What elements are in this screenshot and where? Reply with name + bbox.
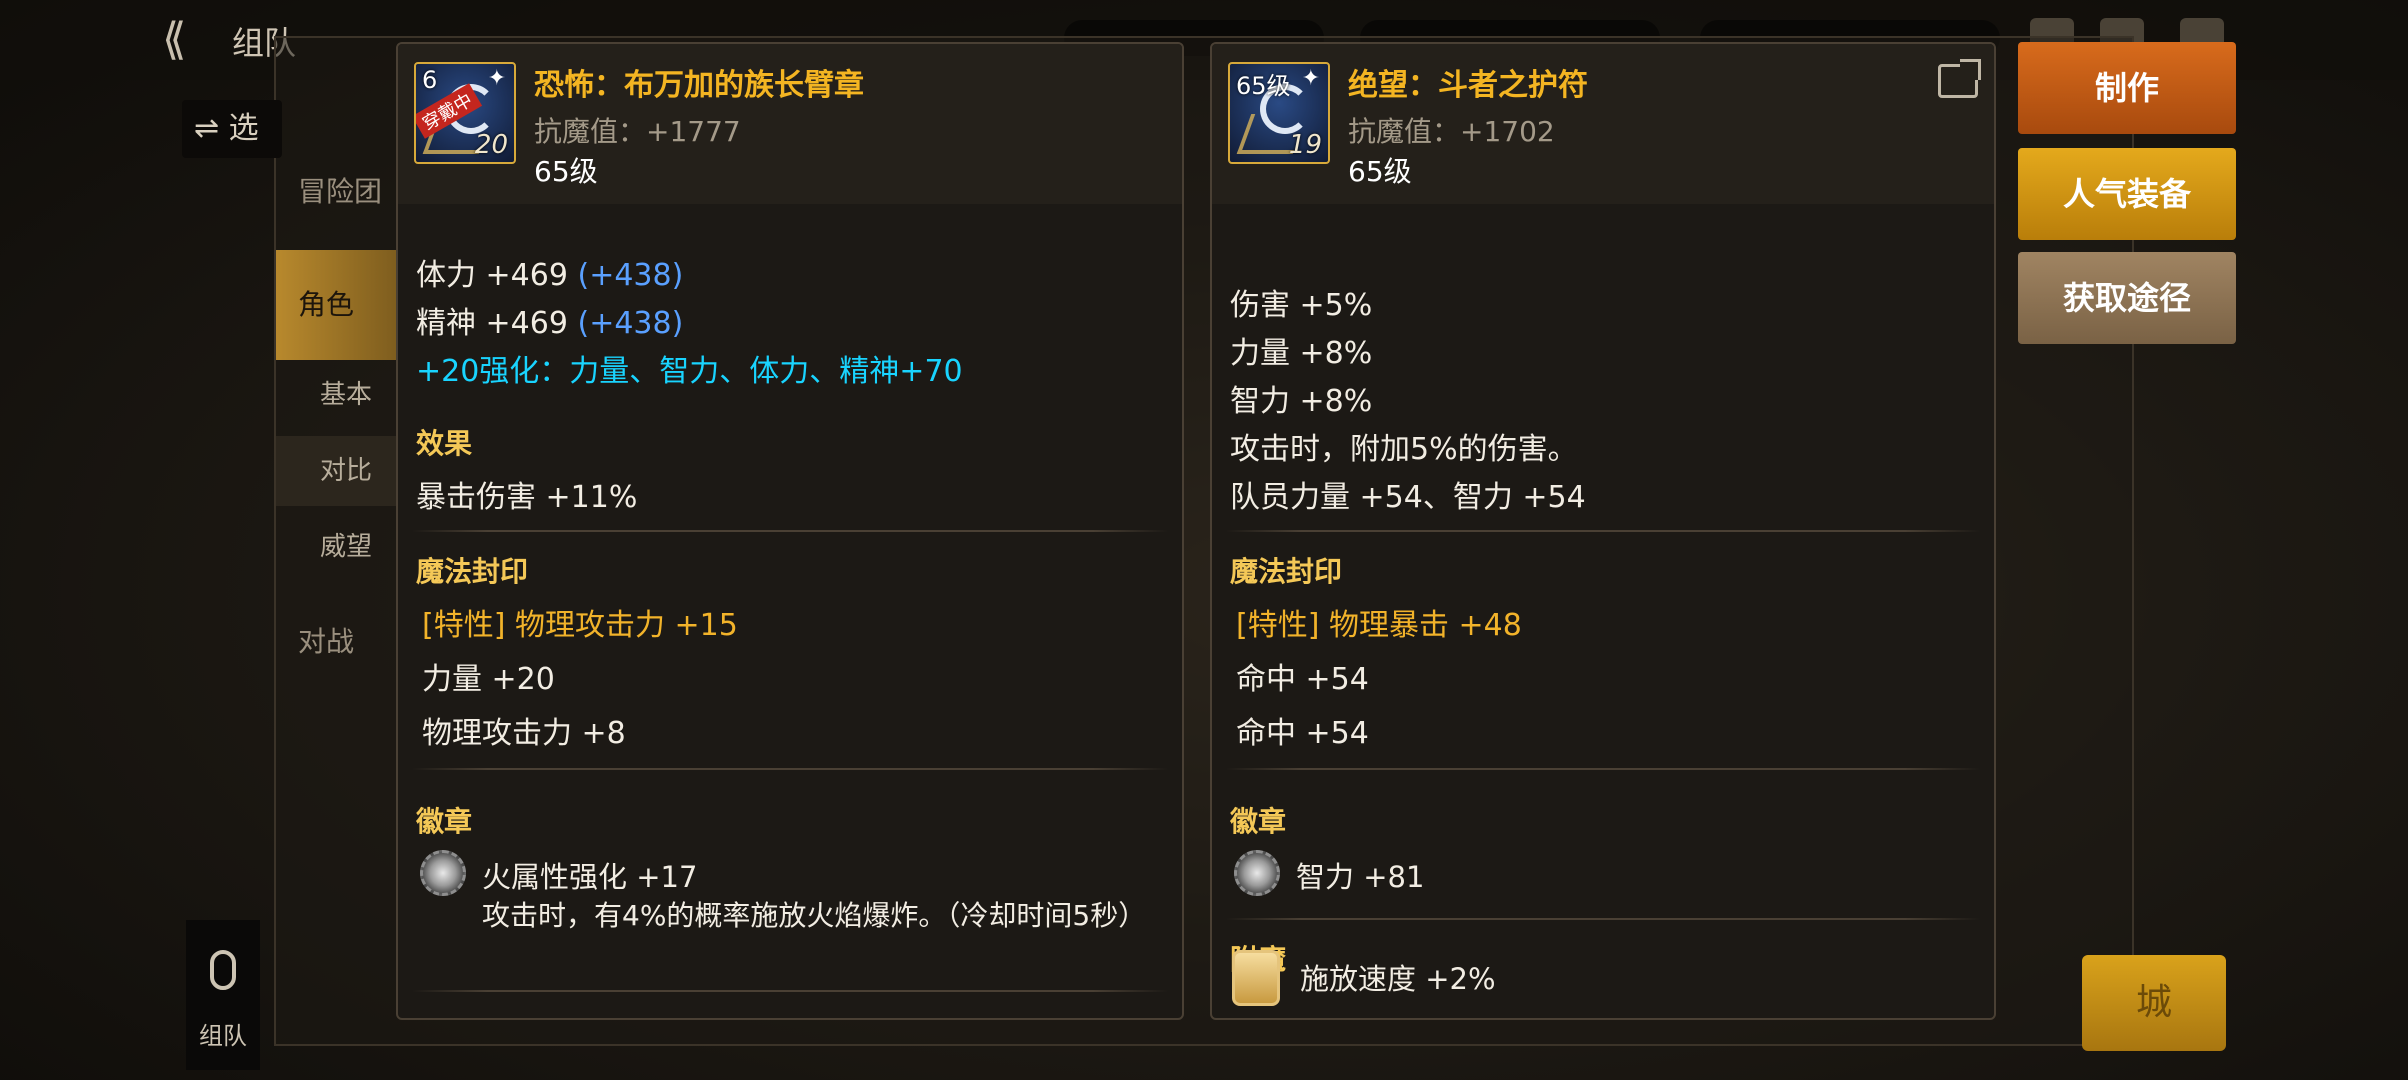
back-arrow-icon[interactable]: ⟪ [162, 18, 216, 62]
menu-sub-basic[interactable]: 基本 [276, 360, 406, 430]
seal-line-1: [特性] 物理暴击 +48 [1236, 608, 1522, 643]
voice-team-button[interactable]: 组队 [186, 920, 260, 1070]
item-name: 恐怖：布万加的族长臂章 [534, 68, 864, 103]
emblem-medal-icon [420, 850, 466, 896]
divider [412, 530, 1168, 532]
menu-battle[interactable]: 对战 [276, 620, 406, 660]
left-item-tooltip: 6 ✦ 穿戴中 20 恐怖：布万加的族长臂章 抗魔值：+1777 65级 体力 … [396, 42, 1184, 1020]
enchant-card-icon [1232, 950, 1280, 1006]
right-item-tooltip: 65级 ✦ 19 绝望：斗者之护符 抗魔值：+1702 65级 伤害 +5% 力… [1210, 42, 1996, 1020]
left-item-header: 6 ✦ 穿戴中 20 恐怖：布万加的族长臂章 抗魔值：+1777 65级 [398, 44, 1182, 204]
city-button[interactable]: 城 [2082, 955, 2226, 1051]
seal-title: 魔法封印 [1230, 555, 1343, 588]
seal-line-1: [特性] 物理攻击力 +15 [422, 608, 738, 643]
enchant-title: 附魔 [416, 1012, 472, 1018]
item-level: 65级 [1348, 155, 1412, 188]
emblem-title: 徽章 [1230, 805, 1287, 838]
seal-line-3: 命中 +54 [1236, 716, 1369, 751]
share-icon[interactable] [1938, 59, 1981, 98]
enchant-name: 施放速度 +2% [1300, 962, 1496, 996]
seal-line-3: 物理攻击力 +8 [422, 716, 626, 751]
obtain-source-button[interactable]: 获取途径 [2018, 252, 2236, 344]
star-icon: ✦ [1301, 66, 1320, 91]
stat-spirit: 精神 +469 (+438) [416, 306, 684, 341]
emblem-name: 火属性强化 +17 [482, 860, 698, 894]
menu-sub-compare[interactable]: 对比 [276, 436, 406, 506]
item-name: 绝望：斗者之护符 [1348, 68, 1588, 103]
star-icon: ✦ [487, 66, 506, 91]
armband-item-icon[interactable]: 6 ✦ 穿戴中 20 [414, 62, 516, 164]
emblem-medal-icon [1234, 850, 1280, 896]
item-icon-tag: 6 [422, 66, 438, 94]
stat-intelligence: 智力 +8% [1230, 384, 1373, 419]
craft-button[interactable]: 制作 [2018, 42, 2236, 134]
effect-crit: 暴击伤害 +11% [416, 480, 638, 515]
seal-line-2: 力量 +20 [422, 662, 555, 697]
divider [1226, 918, 1980, 920]
seal-title: 魔法封印 [416, 555, 529, 588]
microphone-icon [210, 950, 236, 990]
menu-role[interactable]: 角色 [276, 250, 406, 360]
voice-label: 组队 [199, 1022, 247, 1050]
stat-damage: 伤害 +5% [1230, 288, 1373, 323]
item-level: 65级 [534, 155, 598, 188]
divider [1226, 530, 1980, 532]
popular-equipment-button[interactable]: 人气装备 [2018, 148, 2236, 240]
stat-vitality: 体力 +469 (+438) [416, 258, 684, 293]
item-resist: 抗魔值：+1702 [1348, 115, 1555, 148]
emblem-description: 攻击时，有4%的概率施放火焰爆炸。（冷却时间5秒） [482, 899, 1147, 932]
stat-party-bonus: 队员力量 +54、智力 +54 [1230, 480, 1586, 515]
emblem-name: 智力 +81 [1296, 860, 1425, 894]
divider [412, 768, 1168, 770]
stat-strength: 力量 +8% [1230, 336, 1373, 371]
item-resist: 抗魔值：+1777 [534, 115, 741, 148]
amulet-item-icon[interactable]: 65级 ✦ 19 [1228, 62, 1330, 164]
select-button[interactable]: ⇌ 选 [182, 100, 282, 158]
reinforce-bonus: +20强化：力量、智力、体力、精神+70 [416, 354, 963, 389]
item-reinforce-level: 19 [1288, 130, 1322, 160]
effect-title: 效果 [416, 427, 473, 460]
seal-line-2: 命中 +54 [1236, 662, 1369, 697]
divider [1226, 768, 1980, 770]
emblem-title: 徽章 [416, 805, 473, 838]
menu-sub-prestige[interactable]: 威望 [276, 512, 406, 582]
stat-attack-bonus: 攻击时，附加5%的伤害。 [1230, 432, 1578, 467]
menu-adventure[interactable]: 冒险团 [276, 170, 406, 210]
right-item-header: 65级 ✦ 19 绝望：斗者之护符 抗魔值：+1702 65级 [1212, 44, 1994, 204]
item-icon-tag: 65级 [1236, 72, 1291, 100]
item-reinforce-level: 20 [474, 130, 508, 160]
divider [412, 990, 1168, 992]
